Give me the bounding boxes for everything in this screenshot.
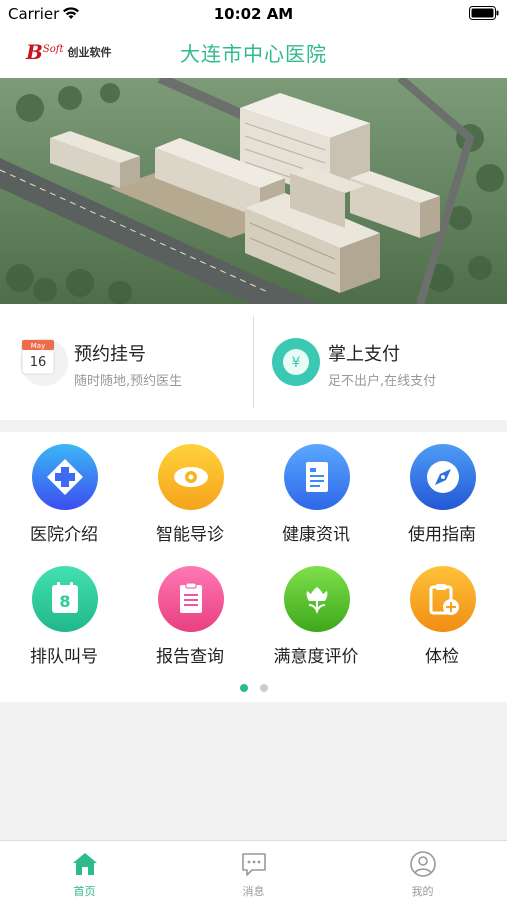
grid-item-health-news[interactable]: 健康资讯 [253, 432, 379, 545]
tab-label: 首页 [73, 885, 96, 898]
tab-label: 消息 [242, 885, 265, 898]
document-icon [284, 444, 350, 510]
cross-icon [32, 444, 98, 510]
grid-label: 医院介绍 [30, 525, 98, 545]
payment-subtitle: 足不出户,在线支付 [328, 374, 437, 389]
status-bar: Carrier 10:02 AM [0, 0, 507, 28]
appointment-title: 预约挂号 [74, 344, 146, 365]
page-dot-1[interactable] [239, 684, 248, 692]
grid-item-checkup[interactable]: 体检 [379, 554, 505, 667]
tab-profile[interactable]: 我的 [338, 841, 507, 900]
svg-text:¥: ¥ [292, 355, 301, 371]
bottom-tab-bar: 首页 消息 我的 [0, 840, 507, 900]
app-screen: Carrier 10:02 AM B Soft 创业软件 大连市中心医院 May… [0, 0, 507, 900]
tab-home[interactable]: 首页 [0, 841, 169, 900]
grid-item-queue[interactable]: 8 排队叫号 [1, 554, 127, 667]
calendar-day: 16 [30, 355, 47, 370]
grid-label: 满意度评价 [273, 647, 359, 667]
grid-item-user-guide[interactable]: 使用指南 [379, 432, 505, 545]
compass-icon [410, 444, 476, 510]
quick-actions-panel: May 16 预约挂号 随时随地,预约医生 ¥ 掌上支付 足不出户,在线支付 [0, 304, 507, 420]
grid-label: 体检 [425, 647, 459, 667]
eye-icon [158, 444, 224, 510]
hospital-banner-image[interactable] [0, 78, 507, 304]
grid-label: 健康资讯 [282, 525, 350, 545]
payment-card[interactable]: ¥ 掌上支付 足不出户,在线支付 [254, 304, 507, 420]
grid-item-report-query[interactable]: 报告查询 [127, 554, 253, 667]
calendar-icon: May 16 [20, 338, 68, 386]
yen-coin-icon: ¥ [272, 338, 320, 386]
tab-messages[interactable]: 消息 [169, 841, 338, 900]
message-icon [242, 853, 266, 876]
queue-number: 8 [59, 592, 70, 611]
appointment-card[interactable]: May 16 预约挂号 随时随地,预约医生 [0, 304, 253, 420]
grid-item-satisfaction[interactable]: 满意度评价 [253, 554, 379, 667]
grid-item-hospital-intro[interactable]: 医院介绍 [1, 432, 127, 545]
profile-icon [410, 851, 436, 877]
flower-icon [284, 566, 350, 632]
tab-label: 我的 [411, 885, 434, 898]
clipboard-plus-icon [410, 566, 476, 632]
grid-label: 报告查询 [156, 647, 224, 667]
home-icon [73, 853, 97, 875]
payment-title: 掌上支付 [328, 344, 400, 365]
grid-label: 排队叫号 [30, 647, 98, 667]
page-indicator[interactable] [0, 684, 507, 692]
page-dot-2[interactable] [259, 684, 268, 692]
battery-icon [469, 6, 499, 20]
page-title: 大连市中心医院 [180, 42, 327, 66]
appointment-subtitle: 随时随地,预约医生 [74, 374, 183, 389]
app-header: B Soft 创业软件 大连市中心医院 [0, 28, 507, 78]
grid-label: 使用指南 [408, 525, 476, 545]
function-grid: 医院介绍 智能导诊 健康资讯 使用指南 8 排队叫号 报告查询 满意度评价 体检 [0, 432, 507, 702]
status-time: 10:02 AM [213, 5, 294, 23]
report-icon [158, 566, 224, 632]
grid-item-smart-triage[interactable]: 智能导诊 [127, 432, 253, 545]
grid-label: 智能导诊 [156, 525, 224, 545]
calendar-month: May [31, 342, 45, 350]
queue-number-icon: 8 [32, 566, 98, 632]
